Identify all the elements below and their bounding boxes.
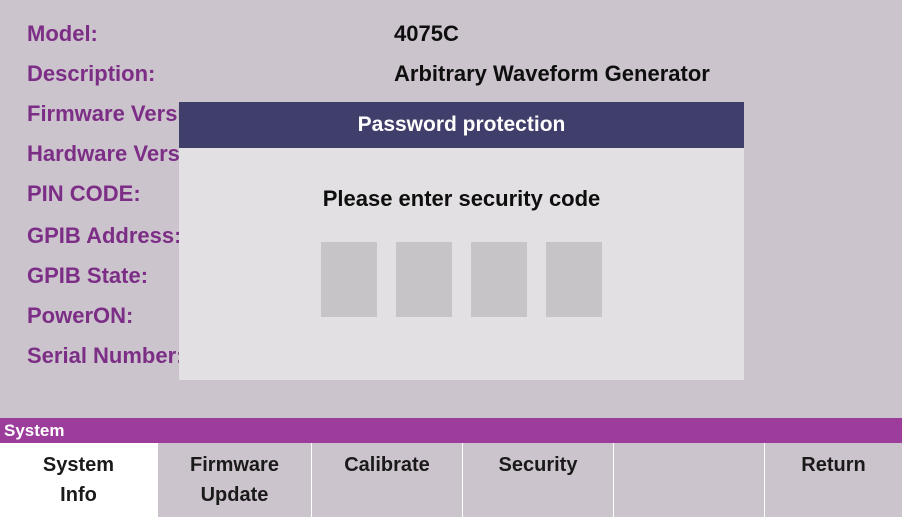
dialog-title: Password protection [179, 102, 744, 148]
softkey-system-info[interactable]: System Info [0, 443, 157, 517]
softkey-return[interactable]: Return [764, 443, 902, 517]
description-value: Arbitrary Waveform Generator [394, 61, 710, 86]
menu-title-bar: System [0, 418, 902, 443]
softkey-calibrate-line1: Calibrate [344, 454, 430, 476]
poweron-label: PowerON: [27, 303, 134, 328]
softkey-system-info-line1: System [42, 454, 115, 476]
softkey-security-line1: Security [498, 454, 578, 476]
serial-number-label: Serial Number: [27, 343, 184, 368]
softkey-firmware-update-line1: Firmware [190, 454, 279, 476]
security-code-digit-4[interactable] [546, 242, 602, 317]
security-code-digit-2[interactable] [396, 242, 452, 317]
softkey-return-line1: Return [801, 454, 866, 476]
softkey-firmware-update-line2: Update [200, 484, 269, 506]
softkey-security[interactable]: Security [462, 443, 613, 517]
softkey-calibrate[interactable]: Calibrate [311, 443, 462, 517]
security-code-digit-1[interactable] [321, 242, 377, 317]
softkey-system-info-line2: Info [60, 484, 97, 506]
model-value: 4075C [394, 21, 459, 46]
description-label: Description: [27, 61, 156, 86]
password-dialog: Password protection Please enter securit… [179, 102, 744, 380]
dialog-prompt: Please enter security code [322, 186, 601, 211]
softkey-bar: System Info Firmware Update Calibrate Se… [0, 443, 902, 517]
pin-code-label: PIN CODE: [27, 181, 141, 206]
menu-title: System [4, 421, 65, 440]
model-label: Model: [27, 21, 98, 46]
softkey-empty[interactable] [613, 443, 764, 517]
gpib-address-label: GPIB Address: [27, 223, 182, 248]
security-code-digit-3[interactable] [471, 242, 527, 317]
info-row-model: Model: 4075C [0, 21, 902, 57]
instrument-screen: Model: 4075C Description: Arbitrary Wave… [0, 0, 902, 517]
softkey-firmware-update[interactable]: Firmware Update [157, 443, 311, 517]
gpib-state-label: GPIB State: [27, 263, 149, 288]
info-row-description: Description: Arbitrary Waveform Generato… [0, 61, 902, 97]
